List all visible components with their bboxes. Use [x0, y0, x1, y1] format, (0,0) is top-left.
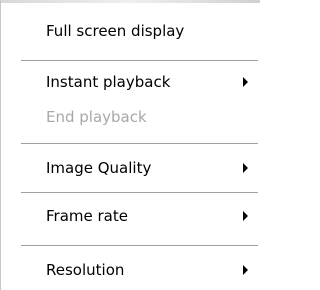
menu-item-label: Full screen display	[46, 22, 185, 40]
background-strip	[1, 0, 260, 3]
menu-separator	[21, 143, 258, 145]
menu-item-frame-rate[interactable]: Frame rate	[1, 203, 260, 229]
menu-item-label: Instant playback	[46, 73, 171, 91]
menu-separator	[21, 192, 258, 194]
menu-item-image-quality[interactable]: Image Quality	[1, 155, 260, 181]
menu-separator	[21, 245, 258, 247]
chevron-right-icon	[243, 211, 248, 221]
menu-item-resolution[interactable]: Resolution	[1, 257, 260, 283]
chevron-right-icon	[243, 163, 248, 173]
menu-item-instant-playback[interactable]: Instant playback	[1, 69, 260, 95]
menu-item-label: End playback	[46, 108, 147, 126]
menu-item-label: Resolution	[46, 261, 125, 279]
menu-item-end-playback[interactable]: End playback	[1, 104, 260, 130]
chevron-right-icon	[243, 77, 248, 87]
menu-item-label: Frame rate	[46, 207, 128, 225]
menu-item-full-screen-display[interactable]: Full screen display	[1, 18, 260, 44]
menu-separator	[21, 60, 258, 62]
menu-item-label: Image Quality	[46, 159, 152, 177]
context-menu: Full screen display Instant playback End…	[0, 0, 260, 290]
chevron-right-icon	[243, 265, 248, 275]
